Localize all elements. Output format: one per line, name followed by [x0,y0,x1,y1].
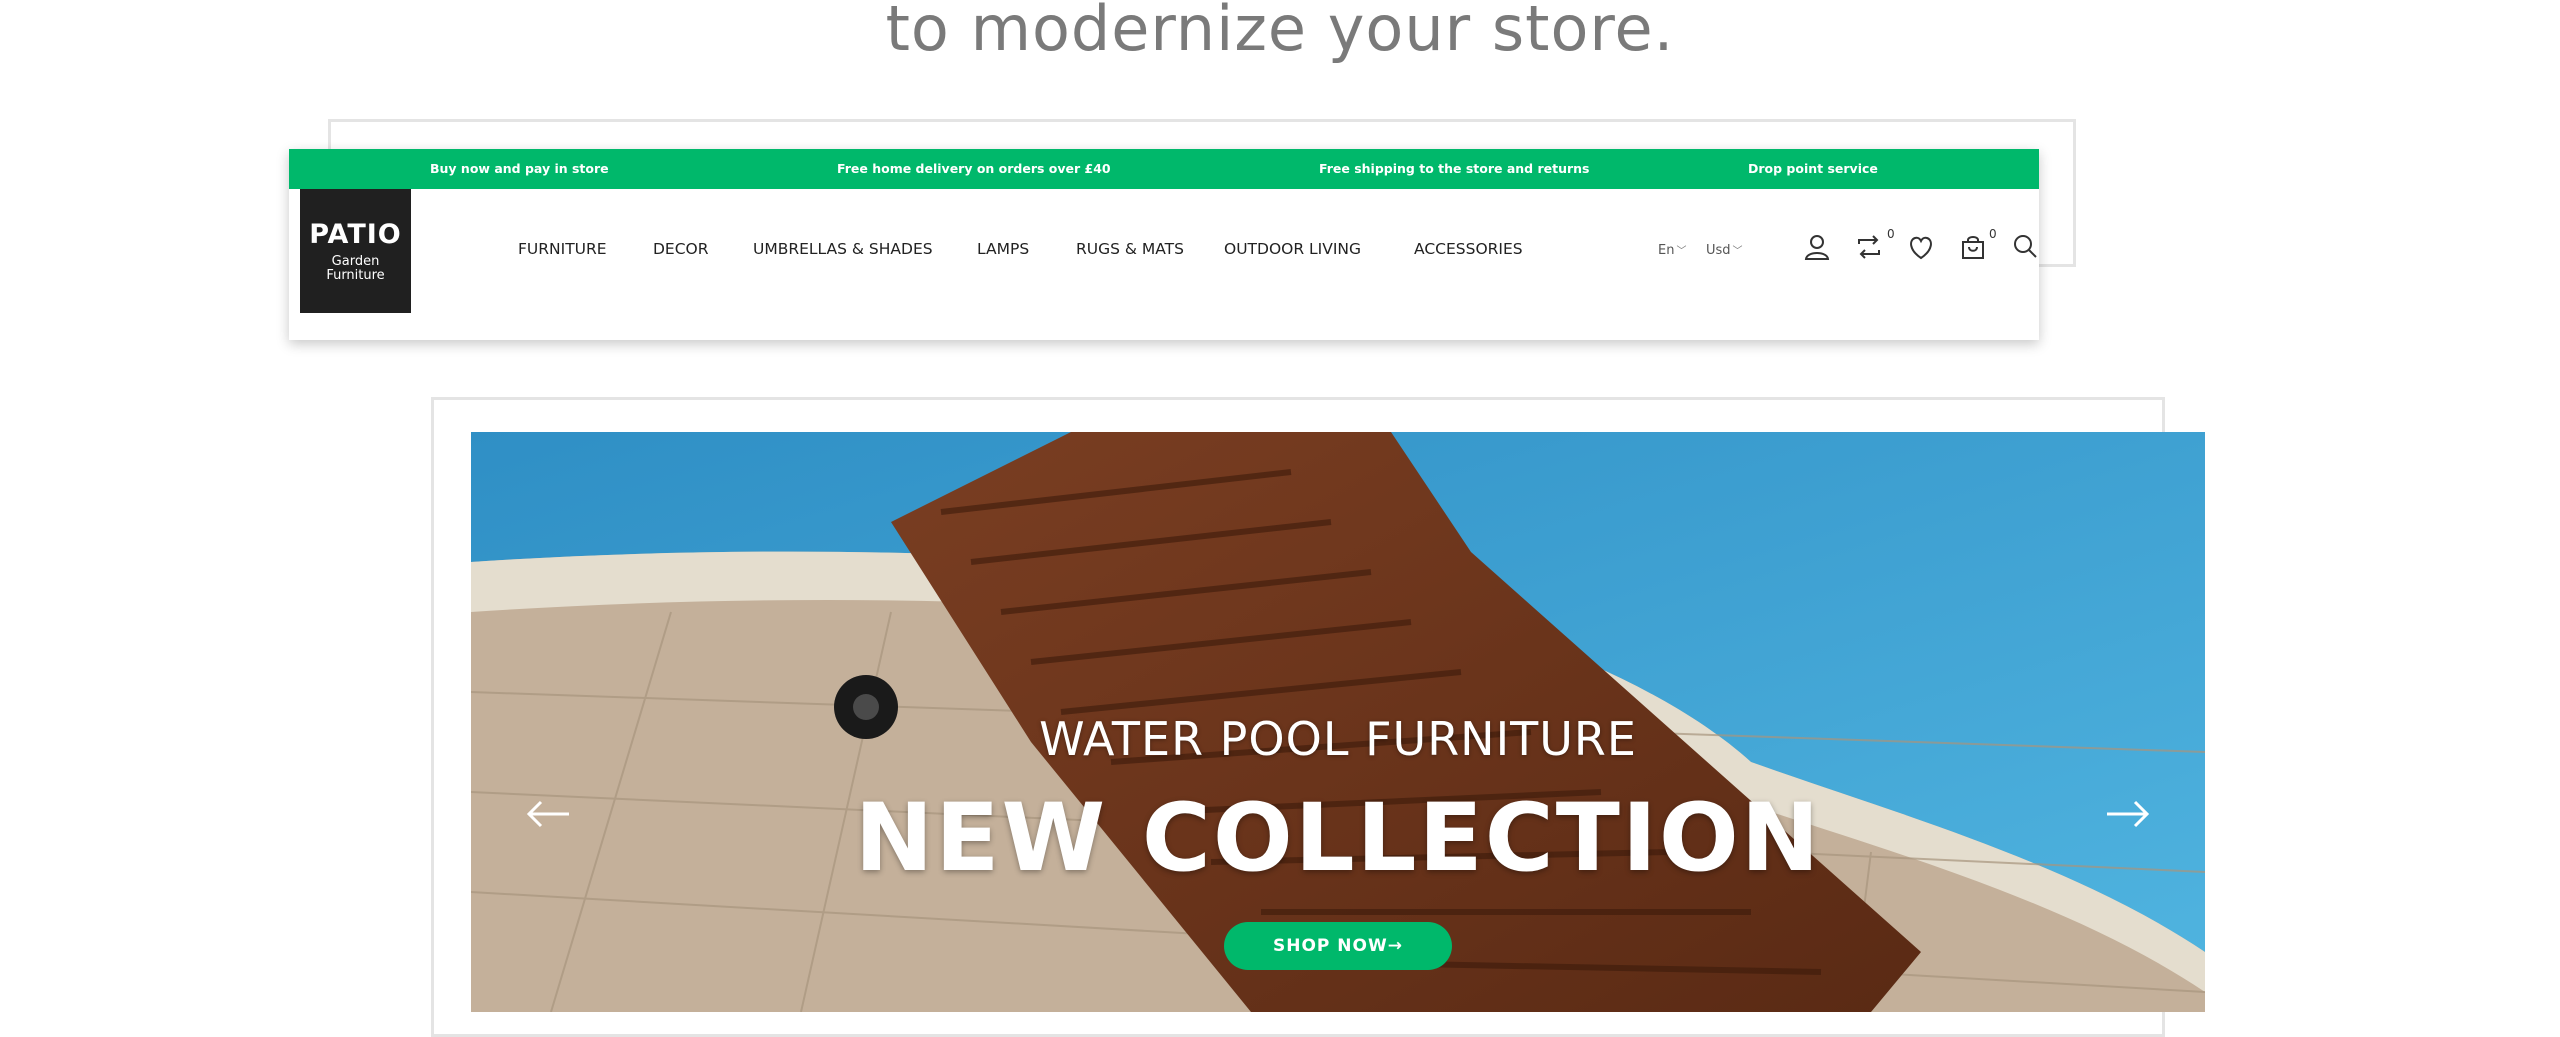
shop-now-button[interactable]: SHOP NOW→ [1224,922,1452,970]
user-icon[interactable] [1801,231,1833,263]
nav-item-lamps[interactable]: LAMPS [977,240,1029,258]
nav-item-umbrellas-shades[interactable]: UMBRELLAS & SHADES [753,240,933,258]
shopping-bag-icon[interactable] [1957,231,1989,263]
language-value: En [1658,243,1675,258]
hero-tagline: to modernize your store. [885,0,1675,65]
language-selector[interactable]: En ﹀ [1658,242,1686,258]
nav-item-furniture[interactable]: FURNITURE [518,240,607,258]
main-nav: FURNITURE DECOR UMBRELLAS & SHADES LAMPS… [289,240,2039,260]
slider-next-arrow-icon[interactable] [2103,794,2153,834]
nav-item-decor[interactable]: DECOR [653,240,709,258]
compare-icon[interactable] [1853,231,1885,263]
currency-value: Usd [1706,243,1731,258]
compare-count: 0 [1887,227,1895,241]
store-header: Buy now and pay in store Free home deliv… [289,149,2039,340]
slider-prev-arrow-icon[interactable] [523,794,573,834]
promo-item-drop-point: Drop point service [1748,161,1878,176]
hero-slider: WATER POOL FURNITURE NEW COLLECTION SHOP… [471,432,2205,1012]
chevron-down-icon: ﹀ [1676,246,1687,257]
cart-count: 0 [1989,227,1997,241]
nav-item-rugs-mats[interactable]: RUGS & MATS [1076,240,1184,258]
promo-bar: Buy now and pay in store Free home deliv… [289,149,2039,189]
nav-item-outdoor-living[interactable]: OUTDOOR LIVING [1224,240,1361,258]
slide-subtitle: WATER POOL FURNITURE [1039,712,1637,766]
promo-item-free-shipping: Free shipping to the store and returns [1319,161,1590,176]
chevron-down-icon: ﹀ [1732,246,1743,257]
search-icon[interactable] [2009,231,2041,263]
logo-tagline-2: Furniture [326,268,385,283]
promo-item-home-delivery: Free home delivery on orders over £40 [837,161,1111,176]
nav-item-accessories[interactable]: ACCESSORIES [1414,240,1523,258]
slide-title: NEW COLLECTION [854,784,1822,893]
currency-selector[interactable]: Usd ﹀ [1706,242,1743,258]
heart-icon[interactable] [1905,231,1937,263]
promo-item-pay-in-store: Buy now and pay in store [430,161,609,176]
